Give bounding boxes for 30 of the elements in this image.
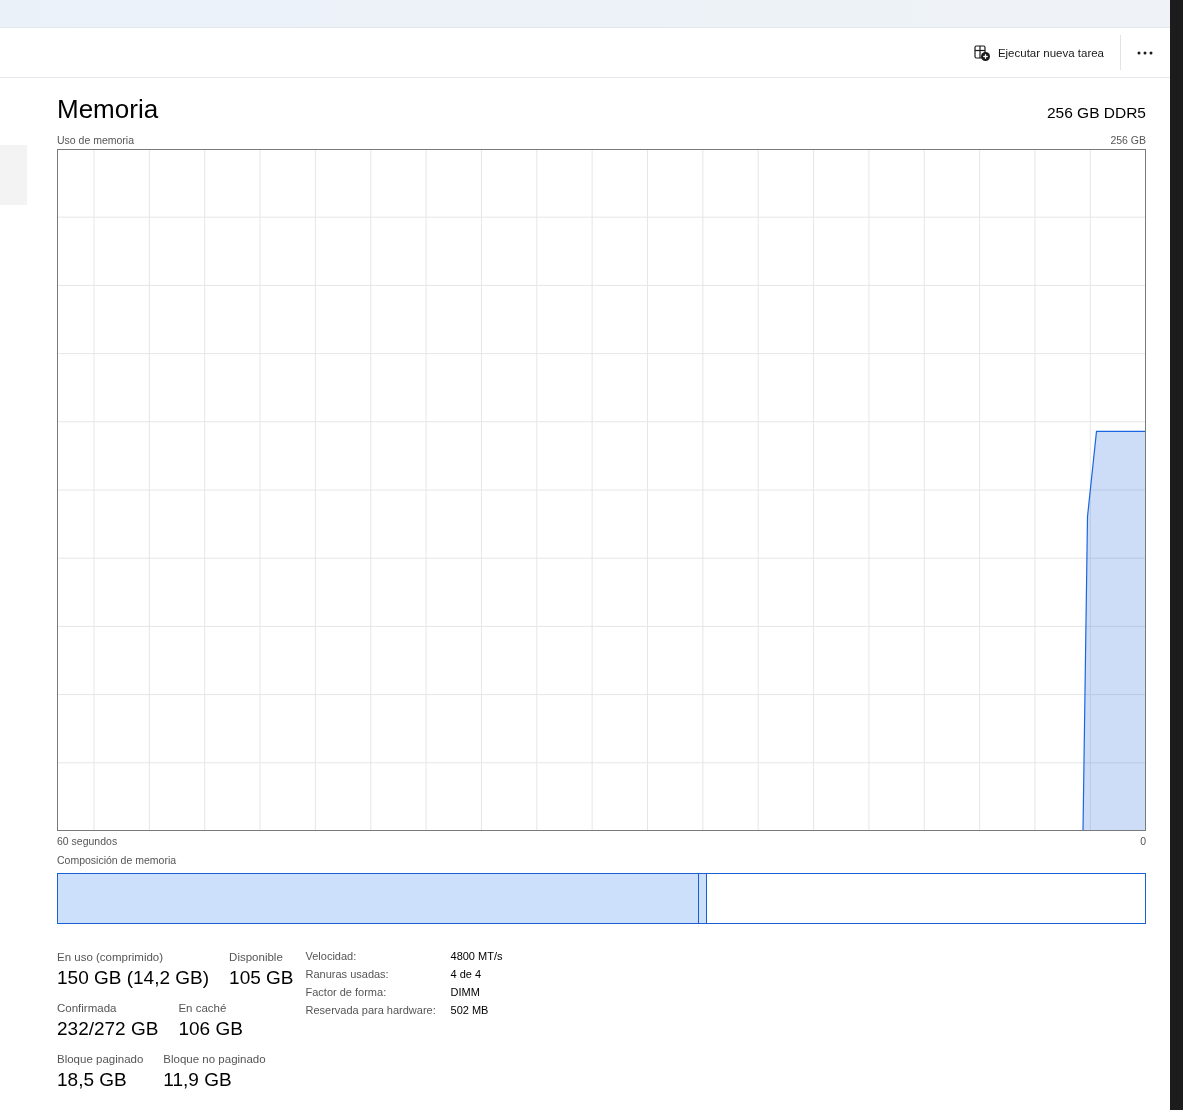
stat-value: 150 GB (14,2 GB) (57, 966, 210, 990)
stat-value: 232/272 GB (57, 1017, 159, 1041)
detail-label: Reservada para hardware: (305, 1004, 437, 1016)
detail-value: DIMM (450, 986, 480, 998)
stat-label: Confirmada (57, 1001, 118, 1016)
stat-label: En uso (comprimido) (57, 950, 165, 965)
x-axis-label: 60 segundos (57, 834, 118, 848)
stat-value: 105 GB (229, 966, 294, 990)
more-icon (1137, 50, 1153, 55)
stat-label: En caché (178, 1001, 228, 1016)
detail-label: Factor de forma: (305, 986, 388, 998)
y-axis-label: 0 (1140, 834, 1146, 848)
stat-label: Disponible (229, 950, 284, 965)
stat-value: 106 GB (178, 1017, 243, 1041)
detail-value: 4800 MT/s (450, 950, 503, 962)
chart-title: Uso de memoria (57, 133, 135, 147)
y-axis-label: 256 GB (1110, 133, 1146, 147)
run-task-icon (973, 44, 990, 61)
composition-label: Composición de memoria (57, 853, 178, 867)
memory-spec: 256 GB DDR5 (1046, 104, 1146, 122)
detail-value: 502 MB (450, 1004, 489, 1016)
detail-label: Ranuras usadas: (305, 968, 390, 980)
detail-label: Velocidad: (305, 950, 358, 962)
run-task-button[interactable]: Ejecutar nueva tarea (966, 38, 1111, 67)
stat-label: Bloque paginado (57, 1052, 144, 1067)
panel-title: Memoria (57, 94, 159, 124)
stat-label: Bloque no paginado (163, 1052, 266, 1067)
detail-value: 4 de 4 (450, 968, 482, 980)
stat-value: 11,9 GB (163, 1068, 233, 1092)
stat-value: 18,5 GB (57, 1068, 128, 1092)
